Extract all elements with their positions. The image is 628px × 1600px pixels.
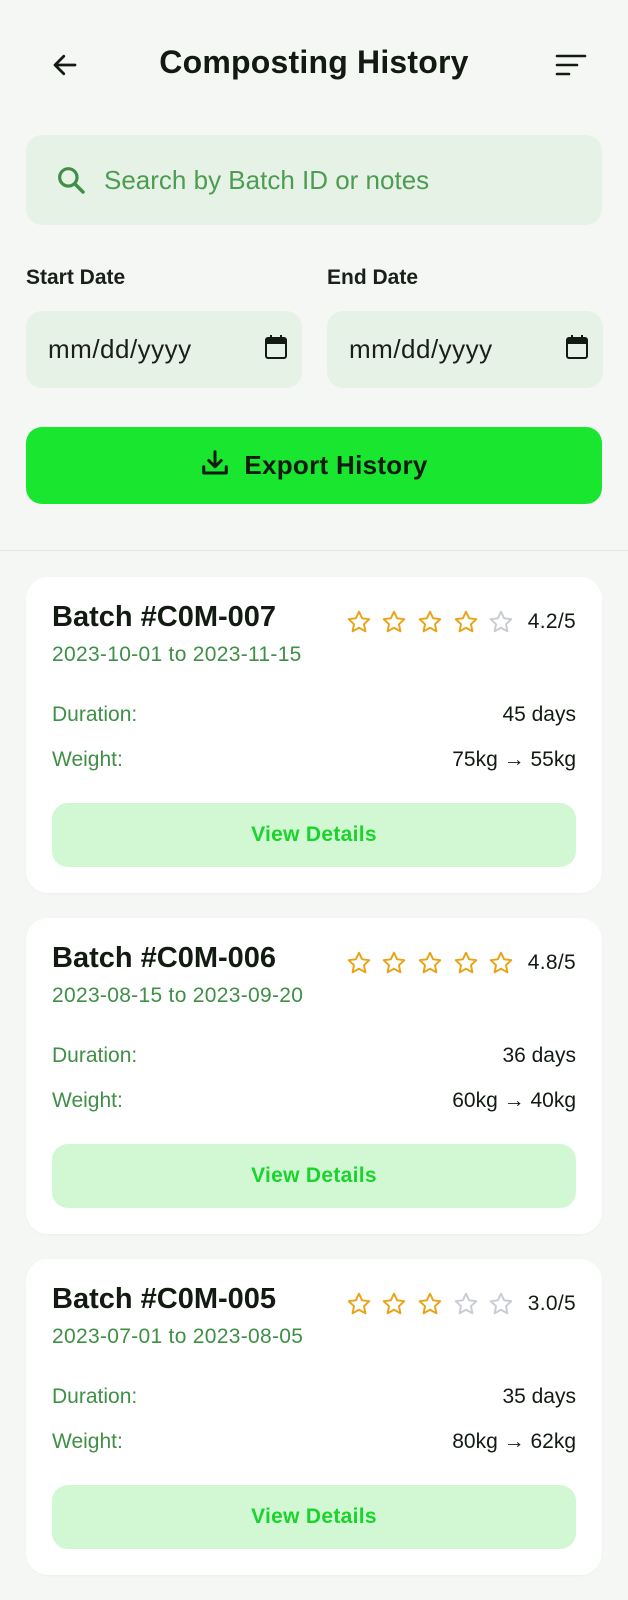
view-details-label: View Details — [251, 1164, 377, 1187]
batch-title: Batch #C0M-005 — [52, 1283, 277, 1315]
star-icon — [453, 609, 479, 635]
star-icon — [417, 609, 443, 635]
end-date-label: End Date — [327, 266, 419, 289]
calendar-icon[interactable] — [264, 334, 288, 365]
batch-card: Batch #C0M-006 2023-08-15 to 2023-09-20 … — [26, 918, 602, 1234]
export-history-label: Export History — [244, 450, 428, 480]
star-icon — [381, 950, 407, 976]
view-details-button[interactable]: View Details — [52, 803, 576, 867]
duration-value: 45 days — [502, 703, 576, 726]
start-date-label: Start Date — [26, 266, 126, 289]
star-icon — [488, 609, 514, 635]
star-icon — [417, 950, 443, 976]
start-date-value: mm/dd/yyyy — [48, 334, 192, 364]
star-icon — [453, 950, 479, 976]
batch-rating: 4.2/5 — [346, 609, 576, 635]
duration-label: Duration: — [52, 703, 138, 726]
weight-label: Weight: — [52, 1089, 123, 1112]
view-details-button[interactable]: View Details — [52, 1485, 576, 1549]
weight-label: Weight: — [52, 1430, 123, 1453]
star-icon — [346, 950, 372, 976]
star-icon — [417, 1291, 443, 1317]
duration-label: Duration: — [52, 1044, 138, 1067]
batch-title: Batch #C0M-007 — [52, 601, 277, 633]
batch-date-range: 2023-08-15 to 2023-09-20 — [52, 984, 304, 1007]
batch-title: Batch #C0M-006 — [52, 942, 277, 974]
star-icon — [453, 1291, 479, 1317]
duration-value: 36 days — [502, 1044, 576, 1067]
batch-rating: 3.0/5 — [346, 1291, 576, 1317]
batch-card: Batch #C0M-005 2023-07-01 to 2023-08-05 … — [26, 1259, 602, 1575]
search-input[interactable] — [102, 163, 566, 197]
weight-label: Weight: — [52, 748, 123, 771]
batch-date-range: 2023-07-01 to 2023-08-05 — [52, 1325, 304, 1348]
star-icon — [488, 1291, 514, 1317]
star-icon — [488, 950, 514, 976]
star-icon — [346, 609, 372, 635]
search-icon — [54, 163, 88, 197]
duration-value: 35 days — [502, 1385, 576, 1408]
end-date-value: mm/dd/yyyy — [349, 334, 493, 364]
star-icon — [381, 1291, 407, 1317]
batch-date-range: 2023-10-01 to 2023-11-15 — [52, 643, 302, 666]
rating-value: 4.8/5 — [527, 951, 576, 974]
search-bar[interactable] — [26, 135, 602, 225]
rating-value: 4.2/5 — [527, 610, 576, 633]
weight-value: 75kg → 55kg — [452, 748, 576, 771]
download-icon — [200, 448, 230, 483]
sort-button[interactable] — [554, 48, 588, 82]
end-date-field[interactable]: mm/dd/yyyy — [327, 311, 603, 388]
weight-value: 80kg → 62kg — [452, 1430, 576, 1453]
batch-card: Batch #C0M-007 2023-10-01 to 2023-11-15 … — [26, 577, 602, 893]
page-title: Composting History — [159, 44, 469, 80]
rating-value: 3.0/5 — [527, 1292, 576, 1315]
calendar-icon[interactable] — [565, 334, 589, 365]
star-icon — [346, 1291, 372, 1317]
sort-icon — [555, 54, 587, 76]
weight-value: 60kg → 40kg — [452, 1089, 576, 1112]
app-header: Composting History — [0, 0, 628, 130]
section-divider — [0, 550, 628, 551]
duration-label: Duration: — [52, 1385, 138, 1408]
view-details-label: View Details — [251, 823, 377, 846]
batch-rating: 4.8/5 — [346, 950, 576, 976]
star-icon — [381, 609, 407, 635]
export-history-button[interactable]: Export History — [26, 427, 602, 504]
view-details-label: View Details — [251, 1505, 377, 1528]
start-date-field[interactable]: mm/dd/yyyy — [26, 311, 302, 388]
view-details-button[interactable]: View Details — [52, 1144, 576, 1208]
